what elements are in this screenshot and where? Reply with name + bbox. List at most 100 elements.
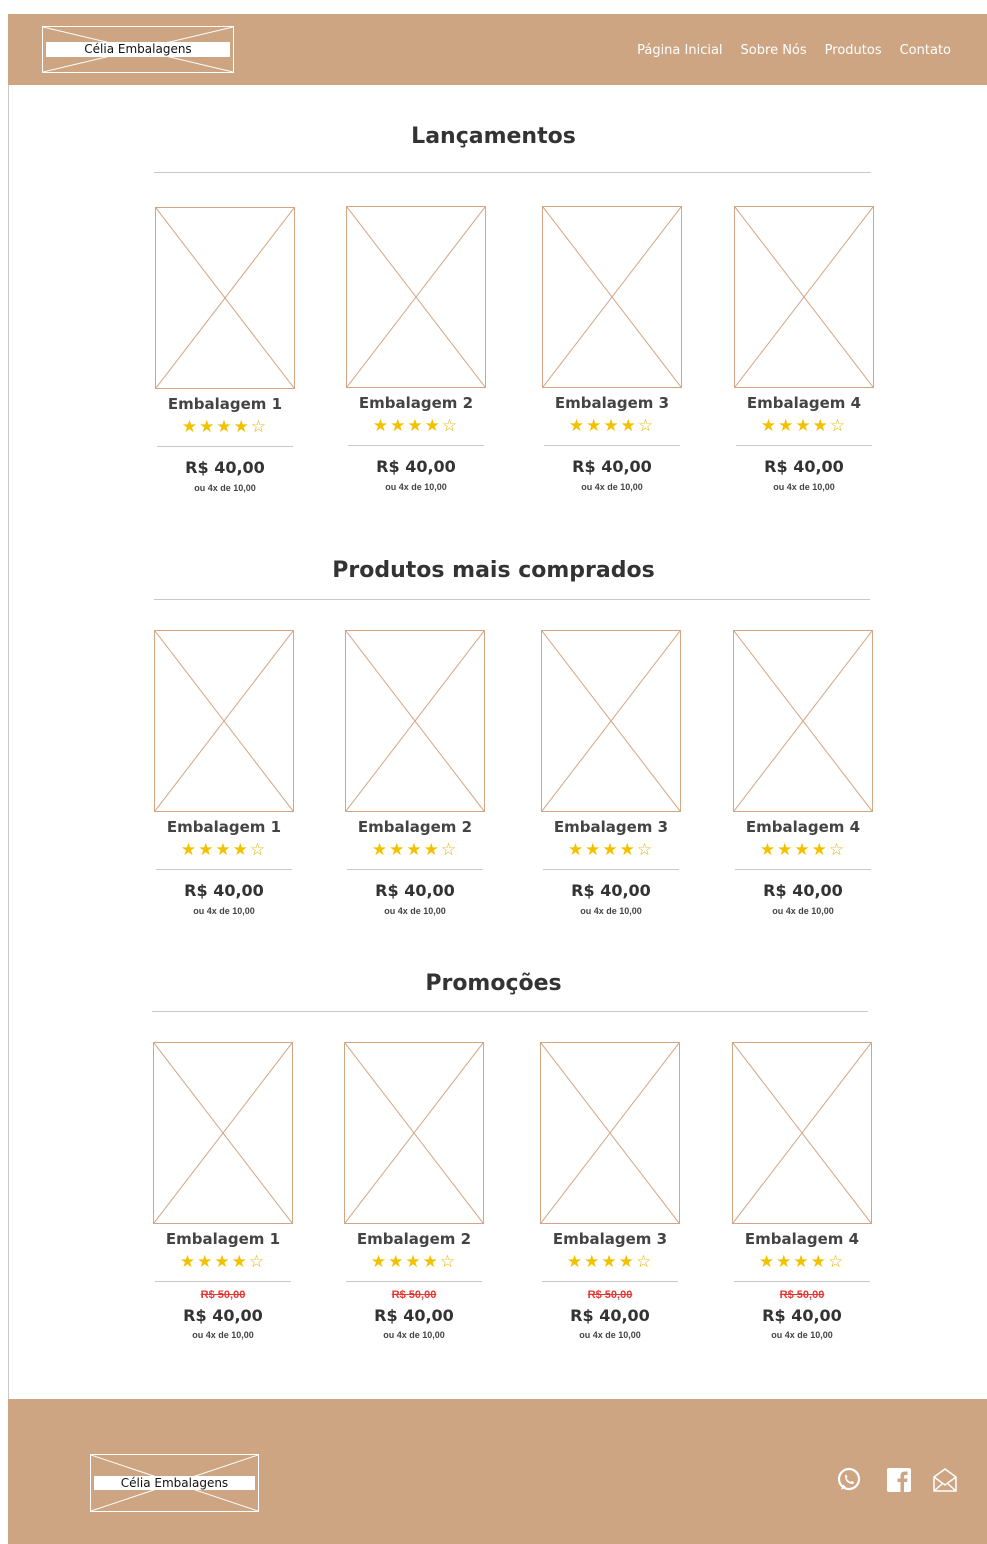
star-filled-icon: ★ xyxy=(758,1252,777,1271)
product-name[interactable]: Embalagem 2 xyxy=(326,394,506,412)
image-placeholder-icon xyxy=(542,631,680,811)
product-image-placeholder[interactable] xyxy=(734,206,874,388)
installments: ou 4x de 10,00 xyxy=(194,483,256,493)
star-filled-icon: ★ xyxy=(619,840,637,859)
old-price: R$ 50,00 xyxy=(200,1289,246,1301)
installments: ou 4x de 10,00 xyxy=(192,1330,254,1340)
star-empty-icon: ☆ xyxy=(828,840,847,859)
product-name[interactable]: Embalagem 3 xyxy=(520,1230,700,1248)
product-name[interactable]: Embalagem 4 xyxy=(712,1230,892,1248)
product-name[interactable]: Embalagem 4 xyxy=(714,394,894,412)
star-empty-icon: ☆ xyxy=(637,416,656,435)
star-filled-icon: ★ xyxy=(759,840,778,859)
product-price: R$ 40,00 xyxy=(764,457,844,476)
product-image-placeholder[interactable] xyxy=(153,1042,293,1224)
product-rating: ★★★★☆ xyxy=(732,1252,872,1272)
star-filled-icon: ★ xyxy=(388,1252,406,1271)
product-rating: ★★★★☆ xyxy=(153,1252,293,1272)
product-rating: ★★★★☆ xyxy=(540,1252,680,1272)
product-rating: ★★★★☆ xyxy=(541,840,681,860)
card-divider xyxy=(542,1281,678,1282)
image-placeholder-icon xyxy=(734,631,872,811)
star-filled-icon: ★ xyxy=(601,1252,619,1271)
installments: ou 4x de 10,00 xyxy=(193,906,255,916)
star-empty-icon: ☆ xyxy=(439,1252,458,1271)
star-filled-icon: ★ xyxy=(776,1252,794,1271)
facebook-icon[interactable] xyxy=(885,1466,913,1494)
product-price: R$ 40,00 xyxy=(183,1306,263,1325)
section-divider xyxy=(152,1011,868,1012)
card-divider xyxy=(156,869,292,870)
image-placeholder-icon xyxy=(541,1043,679,1223)
card-divider xyxy=(543,869,679,870)
old-price: R$ 50,00 xyxy=(779,1289,825,1301)
star-filled-icon: ★ xyxy=(198,840,216,859)
card-divider xyxy=(346,1281,482,1282)
star-filled-icon: ★ xyxy=(810,1252,828,1271)
star-empty-icon: ☆ xyxy=(636,840,655,859)
product-price: R$ 40,00 xyxy=(185,458,265,477)
product-name[interactable]: Embalagem 2 xyxy=(325,818,505,836)
product-name[interactable]: Embalagem 1 xyxy=(135,395,315,413)
star-filled-icon: ★ xyxy=(812,416,830,435)
product-image-placeholder[interactable] xyxy=(344,1042,484,1224)
header-logo[interactable]: Célia Embalagens xyxy=(42,26,234,73)
product-name[interactable]: Embalagem 3 xyxy=(522,394,702,412)
star-filled-icon: ★ xyxy=(620,416,638,435)
footer-logo[interactable]: Célia Embalagens xyxy=(90,1454,259,1512)
card-divider xyxy=(347,869,483,870)
star-filled-icon: ★ xyxy=(424,416,442,435)
star-filled-icon: ★ xyxy=(179,1252,198,1271)
installments: ou 4x de 10,00 xyxy=(581,482,643,492)
product-image-placeholder[interactable] xyxy=(542,206,682,388)
star-filled-icon: ★ xyxy=(180,840,199,859)
star-filled-icon: ★ xyxy=(422,1252,440,1271)
section-title: Lançamentos xyxy=(411,124,576,149)
section-title: Produtos mais comprados xyxy=(332,558,655,583)
product-image-placeholder[interactable] xyxy=(733,630,873,812)
star-filled-icon: ★ xyxy=(586,416,604,435)
star-filled-icon: ★ xyxy=(405,1252,423,1271)
section-divider xyxy=(154,172,871,173)
product-name[interactable]: Embalagem 3 xyxy=(521,818,701,836)
nav-about[interactable]: Sobre Nós xyxy=(741,43,807,58)
card-divider xyxy=(155,1281,291,1282)
star-filled-icon: ★ xyxy=(618,1252,636,1271)
product-image-placeholder[interactable] xyxy=(346,206,486,388)
product-image-placeholder[interactable] xyxy=(345,630,485,812)
image-placeholder-icon xyxy=(346,631,484,811)
star-filled-icon: ★ xyxy=(216,417,234,436)
star-filled-icon: ★ xyxy=(371,840,390,859)
star-filled-icon: ★ xyxy=(423,840,441,859)
star-filled-icon: ★ xyxy=(567,840,586,859)
product-image-placeholder[interactable] xyxy=(541,630,681,812)
product-price: R$ 40,00 xyxy=(571,881,651,900)
image-placeholder-icon xyxy=(155,631,293,811)
card-divider xyxy=(157,446,293,447)
star-filled-icon: ★ xyxy=(406,840,424,859)
product-image-placeholder[interactable] xyxy=(155,207,295,389)
product-price: R$ 40,00 xyxy=(762,1306,842,1325)
star-empty-icon: ☆ xyxy=(827,1252,846,1271)
nav-contact[interactable]: Contato xyxy=(900,43,951,58)
nav-home[interactable]: Página Inicial xyxy=(637,43,722,58)
email-icon[interactable] xyxy=(931,1466,959,1494)
image-placeholder-icon xyxy=(733,1043,871,1223)
product-name[interactable]: Embalagem 4 xyxy=(713,818,893,836)
star-empty-icon: ☆ xyxy=(441,416,460,435)
product-image-placeholder[interactable] xyxy=(154,630,294,812)
product-name[interactable]: Embalagem 1 xyxy=(134,818,314,836)
nav-products[interactable]: Produtos xyxy=(825,43,882,58)
star-empty-icon: ☆ xyxy=(440,840,459,859)
product-image-placeholder[interactable] xyxy=(540,1042,680,1224)
card-divider xyxy=(348,445,484,446)
product-rating: ★★★★☆ xyxy=(344,1252,484,1272)
site-header: Célia Embalagens Página Inicial Sobre Nó… xyxy=(8,14,987,85)
installments: ou 4x de 10,00 xyxy=(384,906,446,916)
product-name[interactable]: Embalagem 2 xyxy=(324,1230,504,1248)
star-filled-icon: ★ xyxy=(370,1252,389,1271)
old-price: R$ 50,00 xyxy=(587,1289,633,1301)
product-name[interactable]: Embalagem 1 xyxy=(133,1230,313,1248)
whatsapp-icon[interactable] xyxy=(835,1466,863,1494)
product-image-placeholder[interactable] xyxy=(732,1042,872,1224)
